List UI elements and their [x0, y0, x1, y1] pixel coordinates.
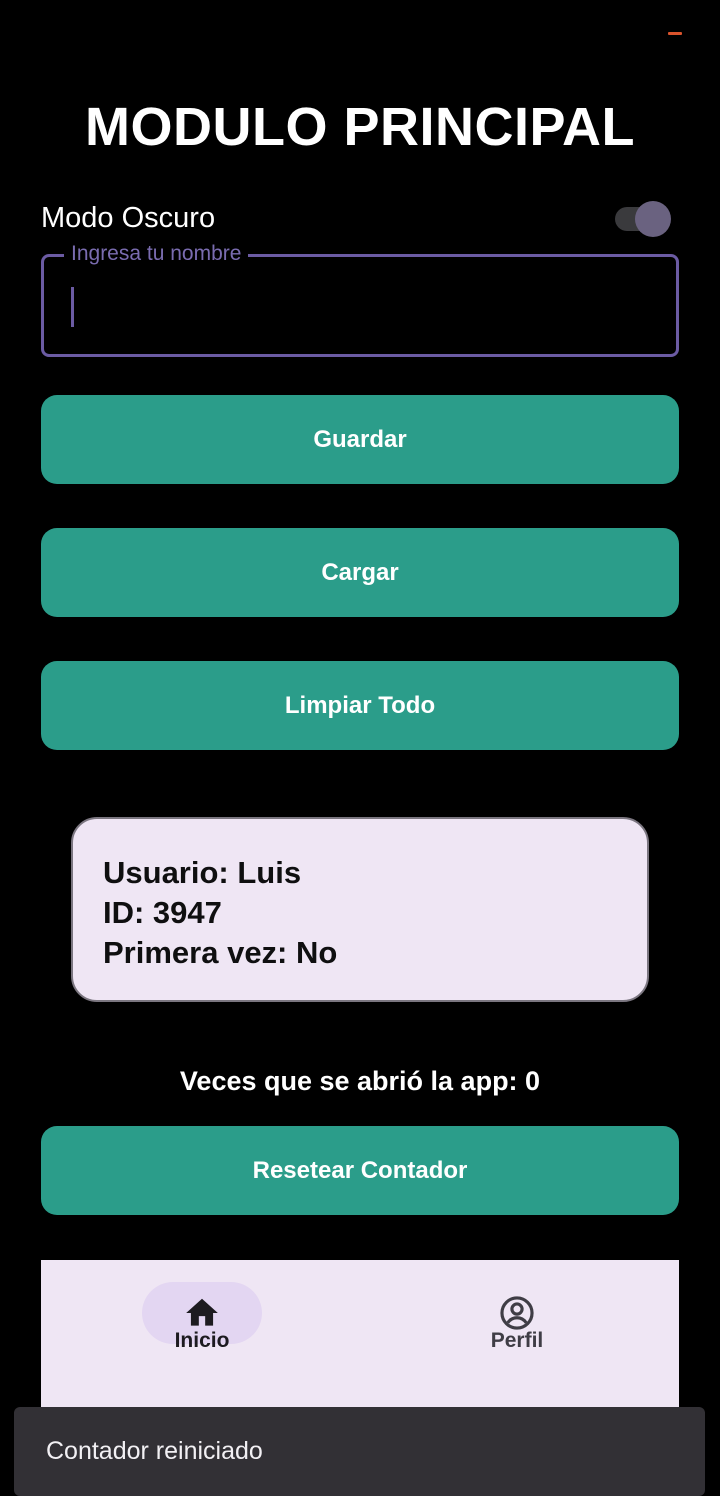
- open-counter-text: Veces que se abrió la app: 0: [179, 1066, 541, 1096]
- switch-thumb: [635, 201, 671, 237]
- name-field-label: Ingresa tu nombre: [64, 242, 249, 266]
- nav-item-perfil[interactable]: Perfil: [457, 1282, 577, 1362]
- load-button[interactable]: Cargar: [41, 528, 679, 617]
- page-title: MODULO PRINCIPAL: [85, 97, 635, 157]
- save-button[interactable]: Guardar: [41, 395, 679, 484]
- dark-mode-row: Modo Oscuro: [41, 198, 679, 238]
- snackbar-message: Contador reiniciado: [46, 1437, 263, 1465]
- status-indicator: [668, 32, 682, 35]
- name-field[interactable]: Ingresa tu nombre: [41, 242, 679, 357]
- first-time-line: Primera vez: No: [103, 935, 338, 970]
- nav-label-inicio: Inicio: [174, 1329, 230, 1352]
- main-screen: MODULO PRINCIPAL Modo Oscuro Ingresa tu …: [0, 0, 720, 1496]
- bottom-navigation: Inicio Perfil: [41, 1260, 679, 1430]
- user-info-card: Usuario: Luis ID: 3947 Primera vez: No: [71, 817, 649, 1002]
- snackbar: Contador reiniciado: [14, 1407, 705, 1496]
- account-circle-icon: [500, 1296, 534, 1330]
- home-icon: [186, 1298, 218, 1326]
- user-name-line: Usuario: Luis: [103, 855, 302, 890]
- nav-item-inicio[interactable]: Inicio: [142, 1282, 262, 1362]
- text-cursor: [71, 287, 74, 327]
- user-id-line: ID: 3947: [103, 895, 222, 930]
- name-input[interactable]: [68, 285, 648, 329]
- dark-mode-label: Modo Oscuro: [41, 202, 216, 234]
- reset-counter-button[interactable]: Resetear Contador: [41, 1126, 679, 1215]
- dark-mode-switch[interactable]: [613, 201, 673, 237]
- clear-all-button[interactable]: Limpiar Todo: [41, 661, 679, 750]
- nav-label-perfil: Perfil: [490, 1329, 544, 1352]
